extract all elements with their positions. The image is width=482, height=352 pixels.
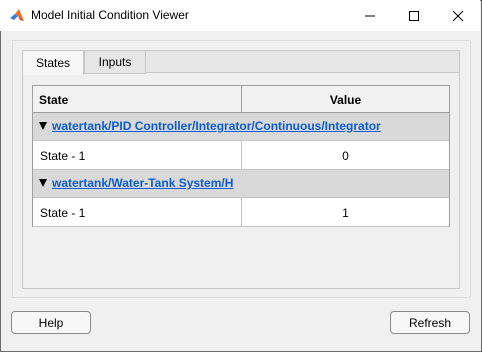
- refresh-button[interactable]: Refresh: [390, 311, 470, 334]
- tab-states[interactable]: States: [22, 50, 84, 75]
- state-label: State - 1: [40, 206, 86, 220]
- close-button[interactable]: [436, 0, 480, 31]
- close-icon: [452, 10, 464, 21]
- window-title: Model Initial Condition Viewer: [31, 8, 189, 22]
- expand-arrow-icon[interactable]: [39, 122, 47, 130]
- block-path-link[interactable]: watertank/Water-Tank System/H: [52, 176, 233, 190]
- table-row[interactable]: State - 1 0: [33, 141, 449, 170]
- minimize-icon: [365, 15, 375, 16]
- table-row[interactable]: State - 1 1: [33, 198, 449, 227]
- maximize-button[interactable]: [392, 0, 436, 31]
- group-row[interactable]: watertank/Water-Tank System/H: [33, 170, 449, 198]
- block-path-link[interactable]: watertank/PID Controller/Integrator/Cont…: [52, 119, 381, 133]
- column-header-state[interactable]: State: [39, 93, 68, 107]
- column-header-value[interactable]: Value: [242, 93, 449, 107]
- expand-arrow-icon[interactable]: [39, 179, 47, 187]
- help-button[interactable]: Help: [11, 311, 91, 334]
- group-row[interactable]: watertank/PID Controller/Integrator/Cont…: [33, 113, 449, 141]
- state-value[interactable]: 1: [242, 206, 449, 220]
- states-table: State Value watertank/PID Controller/Int…: [32, 85, 450, 227]
- state-label: State - 1: [40, 149, 86, 163]
- tab-inputs[interactable]: Inputs: [84, 50, 146, 74]
- state-value[interactable]: 0: [242, 149, 449, 163]
- title-bar[interactable]: Model Initial Condition Viewer: [0, 0, 480, 31]
- matlab-logo-icon: [9, 8, 25, 24]
- minimize-button[interactable]: [348, 0, 392, 31]
- maximize-icon: [409, 10, 419, 21]
- table-header: State Value: [33, 86, 449, 113]
